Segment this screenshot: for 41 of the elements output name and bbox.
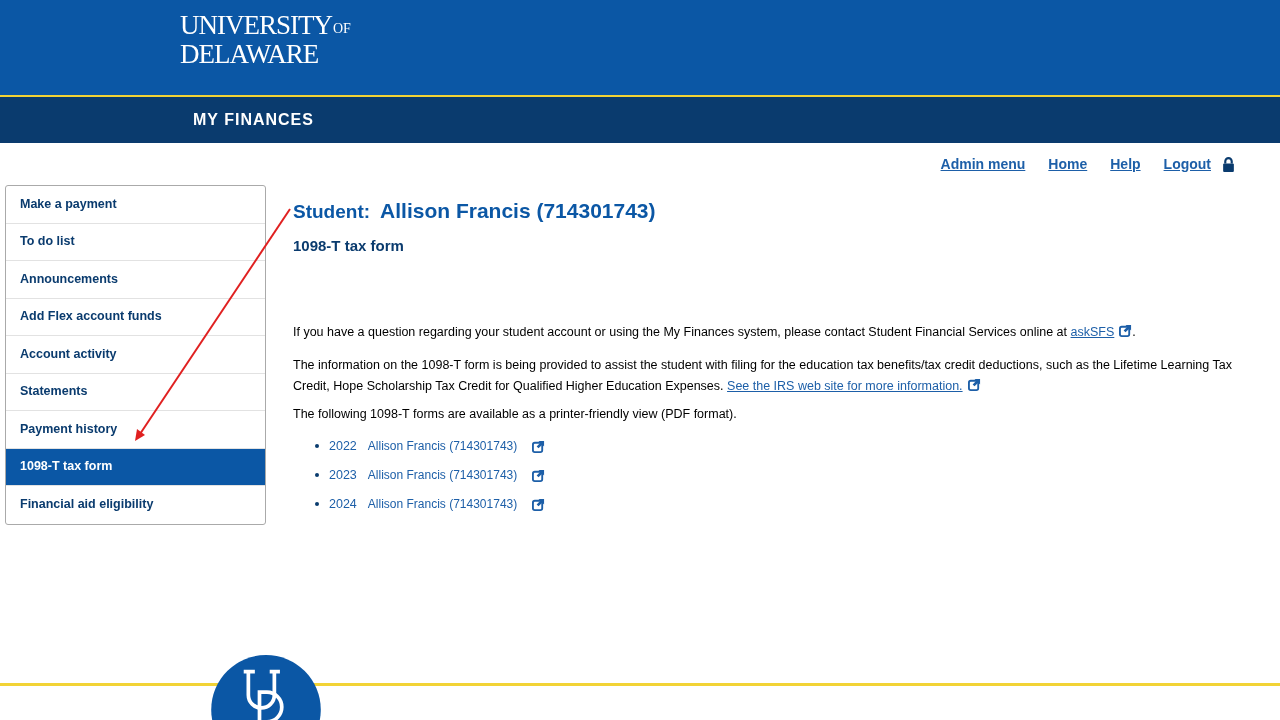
sidebar-item[interactable]: Financial aid eligibility bbox=[6, 486, 265, 524]
info-paragraph: The information on the 1098-T form is being provided to assist the student with filing for the education tax benefits/tax credit deductions, such as the Lifetime Learning Tax Credit, Hope Scholarship Tax Credit for Qualified Higher Education Expenses. See the IRS web site for more information. bbox=[293, 356, 1233, 395]
sidebar-item[interactable]: Make a payment bbox=[6, 186, 265, 224]
sentence-end: . bbox=[1132, 325, 1136, 339]
logo-text: UNIVERSITY bbox=[180, 12, 332, 39]
nav-link[interactable]: Home bbox=[1048, 153, 1088, 175]
contact-paragraph: If you have a question regarding your student account or using the My Finances system, please contact Student Financial Services online at askSFS . bbox=[293, 323, 1137, 341]
nav-link[interactable]: Help bbox=[1110, 153, 1141, 175]
section-title: MY FINANCES bbox=[193, 110, 314, 130]
lock-icon bbox=[1222, 156, 1235, 172]
external-link-icon bbox=[532, 497, 546, 511]
nav-link[interactable]: Logout bbox=[1163, 153, 1211, 175]
form-name-link[interactable]: Allison Francis (714301743) bbox=[367, 495, 518, 513]
bullet-icon bbox=[315, 444, 319, 448]
sidebar-item[interactable]: Account activity bbox=[6, 336, 265, 374]
form-name-link[interactable]: Allison Francis (714301743) bbox=[367, 466, 518, 484]
student-name: Allison Francis (714301743) bbox=[380, 198, 656, 224]
sidebar-item[interactable]: Statements bbox=[6, 373, 265, 411]
external-link-icon bbox=[967, 377, 981, 391]
bullet-icon bbox=[315, 502, 319, 506]
university-logo[interactable]: UNIVERSITYOF DELAWARE bbox=[180, 12, 351, 68]
logo-text: DELAWARE bbox=[180, 41, 320, 68]
external-link-icon bbox=[1119, 324, 1133, 337]
page-subtitle: 1098-T tax form bbox=[293, 235, 405, 256]
nav-link[interactable]: Admin menu bbox=[940, 153, 1026, 175]
external-link-icon bbox=[532, 439, 546, 453]
forms-intro: The following 1098-T forms are available as a printer-friendly view (PDF format). bbox=[293, 405, 738, 423]
bullet-icon bbox=[315, 473, 319, 477]
irs-link[interactable]: See the IRS web site for more information. bbox=[727, 378, 963, 393]
form-year-link[interactable]: 2023 bbox=[329, 465, 357, 485]
student-label: Student: bbox=[293, 200, 371, 224]
sidebar-item[interactable]: 1098-T tax form bbox=[6, 448, 265, 486]
form-year-link[interactable]: 2022 bbox=[329, 436, 357, 456]
form-name-link[interactable]: Allison Francis (714301743) bbox=[367, 437, 518, 455]
asksfs-link[interactable]: askSFS bbox=[1070, 325, 1115, 339]
sidebar-item[interactable]: Add Flex account funds bbox=[6, 298, 265, 336]
form-year-link[interactable]: 2024 bbox=[329, 494, 357, 514]
sidebar-item[interactable]: To do list bbox=[6, 223, 265, 261]
external-link-icon bbox=[532, 468, 546, 482]
logo-text: OF bbox=[333, 22, 351, 36]
sidebar-item[interactable]: Announcements bbox=[6, 261, 265, 299]
